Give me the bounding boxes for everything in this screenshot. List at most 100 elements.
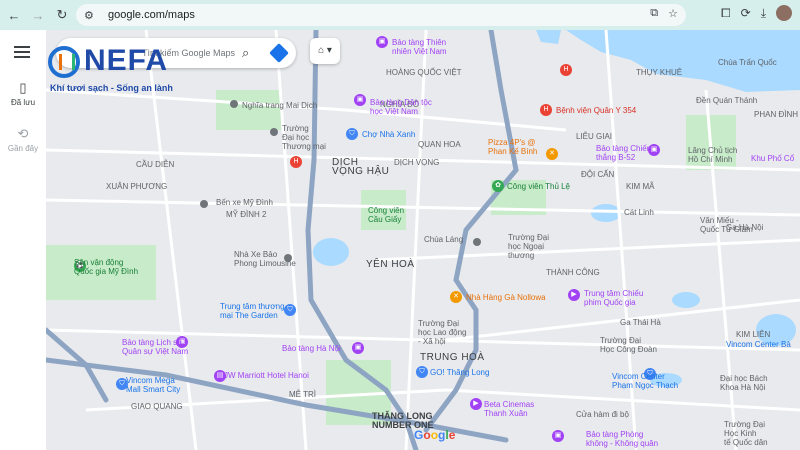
poi-label[interactable]: GO! Thăng Long	[430, 368, 489, 377]
poi-label[interactable]: Trường Đại học Thương mại	[282, 124, 326, 151]
museum-pin[interactable]: ▣	[352, 342, 364, 354]
truc-bach-lake	[536, 30, 561, 44]
forward-icon[interactable]: →	[28, 5, 48, 25]
poi-label[interactable]: Trung tâm Chiếu phim Quốc gia	[584, 289, 643, 307]
recent-label: Gần đây	[7, 144, 39, 153]
area-label: XUÂN PHƯƠNG	[106, 182, 168, 191]
logo-mark	[48, 46, 80, 78]
poi-label[interactable]: Lăng Chủ tịch Hồ Chí Minh	[688, 146, 737, 164]
directions-icon[interactable]	[269, 43, 289, 63]
layer-filter-button[interactable]: ⌂ ▾	[310, 38, 340, 64]
browser-toolbar: ← → ↻ ⚙ google.com/maps ⧉ ☆ ⧠ ⟳ ⤓	[0, 0, 800, 30]
hospital-pin[interactable]: H	[290, 156, 302, 168]
museum-pin[interactable]: ▣	[552, 430, 564, 442]
area-label: CẦU DIỄN	[136, 160, 175, 169]
poi-label[interactable]: Khu Phố Cổ	[751, 154, 794, 163]
poi-label[interactable]: Pizza 4P's @ Phan Kế Bính	[488, 138, 537, 156]
poi-label[interactable]: Trung tâm thương mại The Garden	[220, 302, 285, 320]
thanh-cong-lake	[672, 292, 700, 308]
install-app-icon[interactable]: ⧉	[650, 7, 658, 20]
poi-label[interactable]: Nhà Hàng Gà Nollowa	[466, 293, 546, 302]
restaurant-pin[interactable]: ✕	[546, 148, 558, 160]
menu-icon[interactable]	[14, 46, 30, 61]
maps-sidebar: ▯ Đã lưu ⟲ Gần đây	[0, 30, 47, 450]
poi-label[interactable]: Bảo tàng Chiến thắng B-52	[596, 144, 651, 162]
area-label: MỄ TRÌ	[289, 390, 316, 399]
extensions-icon[interactable]: ⧠	[721, 6, 731, 21]
poi-label[interactable]: Trường Đại Học Công Đoàn	[600, 336, 657, 354]
address-bar[interactable]: ⚙ google.com/maps ⧉ ☆	[76, 4, 686, 26]
cinema-pin[interactable]: ▶	[568, 289, 580, 301]
poi-label[interactable]: Vincom Center Bà	[726, 340, 791, 349]
logo-wordmark: NEFA	[84, 44, 169, 77]
restaurant-pin[interactable]: ✕	[450, 291, 462, 303]
poi-label[interactable]: Vincom Center Phạm Ngọc Thạch	[612, 372, 678, 390]
poi-label[interactable]: Công viên Cầu Giấy	[368, 206, 404, 224]
museum-pin[interactable]: ▣	[354, 94, 366, 106]
poi-label[interactable]: Sân vận động Quốc gia Mỹ Đình	[74, 258, 138, 276]
poi-label[interactable]: Bảo tàng Dân tộc học Việt Nam	[370, 98, 432, 116]
place-pin[interactable]	[473, 238, 481, 246]
area-label: QUAN HOA	[418, 140, 461, 149]
area-label: DỊCH VỌNG	[394, 158, 440, 167]
poi-label[interactable]: Trường Đại học Ngoại thương	[508, 233, 549, 260]
area-label: DỊCH VỌNG HẬU	[332, 157, 390, 177]
shop-pin[interactable]: ⛉	[416, 366, 428, 378]
poi-label[interactable]: Công viên Thủ Lệ	[507, 182, 570, 191]
poi-label[interactable]: Bảo tàng Thiên nhiên Việt Nam	[392, 38, 447, 56]
poi-label[interactable]: Đại học Bách Khoa Hà Nội	[720, 374, 768, 392]
cau-giay-lake	[313, 238, 349, 266]
url-text: google.com/maps	[108, 9, 195, 21]
avatar[interactable]	[776, 5, 792, 21]
google-logo: Google	[414, 428, 456, 442]
poi-label[interactable]: Bảo tàng Hà Nội	[282, 344, 341, 353]
poi-label[interactable]: Nghĩa trang Mai Dịch	[242, 101, 317, 110]
poi-label[interactable]: Chùa Láng	[424, 235, 463, 244]
hospital-pin[interactable]: H	[560, 64, 572, 76]
shop-pin[interactable]: ⛉	[284, 304, 296, 316]
poi-label[interactable]: Chùa Trấn Quốc	[718, 58, 777, 67]
cinema-pin[interactable]: ▶	[470, 398, 482, 410]
back-icon[interactable]: ←	[4, 5, 24, 25]
area-label: LIỄU GIAI	[576, 132, 613, 141]
saved-button[interactable]: ▯ Đã lưu	[0, 80, 46, 107]
site-info-icon[interactable]: ⚙	[84, 9, 100, 22]
place-pin[interactable]	[200, 200, 208, 208]
poi-label[interactable]: Bệnh viện Quân Y 354	[556, 106, 636, 115]
poi-label[interactable]: Cát Linh	[624, 208, 654, 217]
place-pin[interactable]	[230, 100, 238, 108]
area-label: THÀNH CÔNG	[546, 268, 600, 277]
poi-label[interactable]: Cửa hàm đi bộ	[576, 410, 629, 419]
poi-label[interactable]: Chợ Nhà Xanh	[362, 130, 415, 139]
poi-label[interactable]: Ga Thái Hà	[620, 318, 661, 327]
poi-label[interactable]: Bảo tàng Phòng không - Không quân	[586, 430, 658, 448]
bookmark-icon: ▯	[19, 80, 27, 95]
search-icon[interactable]: ⌕	[242, 45, 249, 61]
hospital-pin[interactable]: H	[540, 104, 552, 116]
poi-label[interactable]: Bến xe Mỹ Đình	[216, 198, 273, 207]
poi-label[interactable]: Bảo tàng Lịch sử Quân sự Việt Nam	[122, 338, 188, 356]
park-pin[interactable]: ✿	[492, 180, 504, 192]
sync-icon[interactable]: ⟳	[741, 6, 751, 20]
area-label: ĐỘI CẤN	[581, 170, 615, 179]
recent-button[interactable]: ⟲ Gần đây	[0, 126, 46, 153]
area-label: TRUNG HOÀ	[420, 352, 485, 363]
area-label: YÊN HOÀ	[366, 259, 415, 270]
area-label: MỸ ĐÌNH 2	[226, 210, 267, 219]
poi-label[interactable]: Trường Đại Học Kinh tế Quốc dân	[724, 420, 768, 447]
download-icon[interactable]: ⤓	[761, 6, 766, 21]
bookmark-star-icon[interactable]: ☆	[668, 7, 678, 20]
poi-label[interactable]: Nhà Xe Bảo Phong Limousine	[234, 250, 296, 268]
poi-label[interactable]: Đền Quán Thánh	[696, 96, 757, 105]
poi-label[interactable]: Beta Cinemas Thanh Xuân	[484, 400, 534, 418]
poi-label[interactable]: Văn Miếu - Quốc Tử Giám	[700, 216, 753, 234]
saved-label: Đã lưu	[10, 98, 36, 107]
museum-pin[interactable]: ▣	[376, 36, 388, 48]
poi-label[interactable]: Trường Đại học Lao động - Xã hội	[418, 319, 467, 346]
poi-label[interactable]: JW Marriott Hotel Hanoi	[224, 371, 309, 380]
shop-pin[interactable]: ⛉	[346, 128, 358, 140]
reload-icon[interactable]: ↻	[52, 5, 72, 25]
poi-label[interactable]: Vincom Mega Mall Smart City	[126, 376, 180, 394]
area-label: KIM LIÊN	[736, 330, 771, 339]
place-pin[interactable]	[270, 128, 278, 136]
